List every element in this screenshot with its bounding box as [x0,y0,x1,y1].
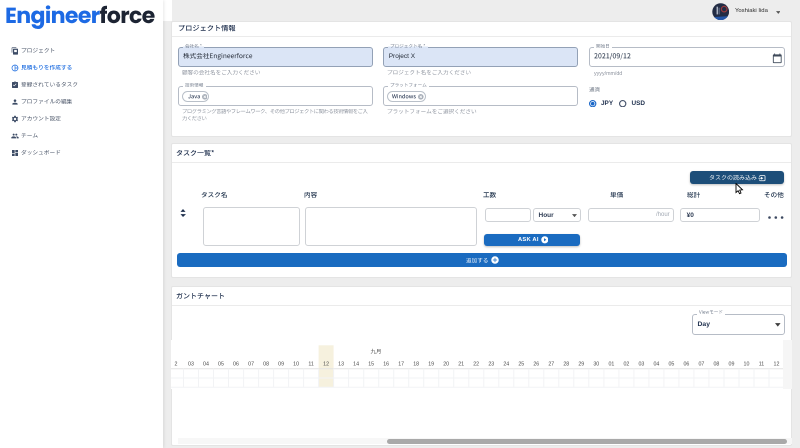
svg-text:21: 21 [458,362,464,368]
svg-text:15: 15 [368,362,374,368]
svg-text:08: 08 [263,362,269,368]
svg-text:09: 09 [278,362,284,368]
svg-text:23: 23 [488,362,494,368]
svg-text:08: 08 [713,362,719,368]
svg-text:12: 12 [774,362,780,368]
svg-text:20: 20 [443,362,449,368]
svg-text:09: 09 [729,362,735,368]
svg-text:22: 22 [473,362,479,368]
svg-text:27: 27 [548,362,554,368]
svg-text:18: 18 [413,362,419,368]
svg-text:19: 19 [428,362,434,368]
svg-text:24: 24 [503,362,509,368]
svg-text:05: 05 [668,362,674,368]
svg-text:11: 11 [759,362,765,368]
svg-text:14: 14 [353,362,359,368]
svg-text:12: 12 [323,362,329,368]
svg-text:16: 16 [383,362,389,368]
svg-text:17: 17 [398,362,404,368]
svg-text:04: 04 [203,362,209,368]
svg-text:10: 10 [744,362,750,368]
svg-text:05: 05 [218,362,224,368]
svg-text:06: 06 [683,362,689,368]
svg-text:13: 13 [338,362,344,368]
svg-text:07: 07 [248,362,254,368]
svg-text:25: 25 [518,362,524,368]
svg-text:30: 30 [593,362,599,368]
svg-text:01: 01 [608,362,614,368]
svg-text:06: 06 [233,362,239,368]
svg-text:10: 10 [293,362,299,368]
svg-text:02: 02 [623,362,629,368]
svg-text:28: 28 [563,362,569,368]
svg-text:29: 29 [578,362,584,368]
svg-text:2: 2 [175,362,178,368]
svg-text:03: 03 [188,362,194,368]
svg-text:04: 04 [653,362,659,368]
svg-text:03: 03 [638,362,644,368]
svg-text:11: 11 [308,362,314,368]
svg-text:07: 07 [698,362,704,368]
svg-text:26: 26 [533,362,539,368]
